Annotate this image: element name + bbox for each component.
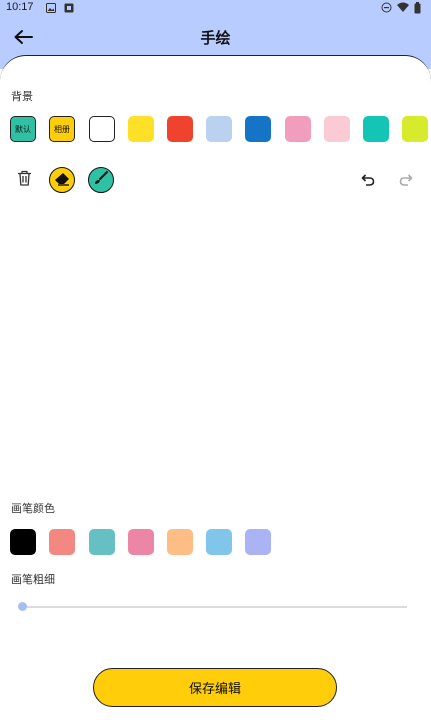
background-blue-swatch[interactable]	[245, 116, 271, 142]
background-red-swatch[interactable]	[167, 116, 193, 142]
status-bar: 10:17	[0, 0, 431, 17]
wifi-icon	[397, 2, 409, 16]
background-white-swatch[interactable]	[89, 116, 115, 142]
undo-icon	[361, 171, 375, 190]
clear-button[interactable]	[11, 167, 37, 193]
background-teal-swatch[interactable]	[363, 116, 389, 142]
pen-width-slider-track[interactable]	[20, 606, 407, 608]
status-time: 10:17	[6, 1, 34, 13]
trash-icon	[17, 170, 32, 190]
pen-color-pink-swatch[interactable]	[128, 529, 154, 555]
pen-color-lavender-swatch[interactable]	[245, 529, 271, 555]
pen-color-salmon-swatch[interactable]	[49, 529, 75, 555]
undo-button[interactable]	[355, 167, 381, 193]
battery-icon	[414, 2, 421, 17]
pen-color-orange-swatch[interactable]	[167, 529, 193, 555]
background-default-option[interactable]: 默认	[10, 116, 36, 142]
pen-color-sky-blue-swatch[interactable]	[206, 529, 232, 555]
redo-icon	[399, 171, 413, 190]
background-lime-swatch[interactable]	[402, 116, 428, 142]
notification-icon	[64, 3, 74, 13]
background-yellow-swatch[interactable]	[128, 116, 154, 142]
dnd-icon	[381, 2, 392, 16]
background-album-label: 相册	[54, 124, 70, 134]
background-label: 背景	[11, 90, 33, 103]
image-icon	[46, 3, 56, 13]
background-light-pink-swatch[interactable]	[324, 116, 350, 142]
eraser-icon	[54, 171, 70, 190]
background-default-label: 默认	[15, 124, 31, 134]
background-pink-swatch[interactable]	[285, 116, 311, 142]
pen-color-label: 画笔颜色	[11, 502, 55, 515]
pen-color-teal-swatch[interactable]	[89, 529, 115, 555]
pen-width-label: 画笔粗细	[11, 573, 55, 586]
brush-button[interactable]	[88, 167, 114, 193]
save-button-label: 保存编辑	[188, 682, 241, 697]
redo-button[interactable]	[393, 167, 419, 193]
background-album-option[interactable]: 相册	[49, 116, 75, 142]
eraser-button[interactable]	[49, 167, 75, 193]
pen-width-slider-thumb[interactable]	[18, 602, 27, 611]
drawing-canvas[interactable]	[0, 205, 431, 490]
save-button[interactable]: 保存编辑	[93, 668, 337, 707]
page-title: 手绘	[200, 29, 231, 47]
brush-icon	[93, 170, 109, 190]
background-light-blue-swatch[interactable]	[206, 116, 232, 142]
pen-color-black-swatch[interactable]	[10, 529, 36, 555]
